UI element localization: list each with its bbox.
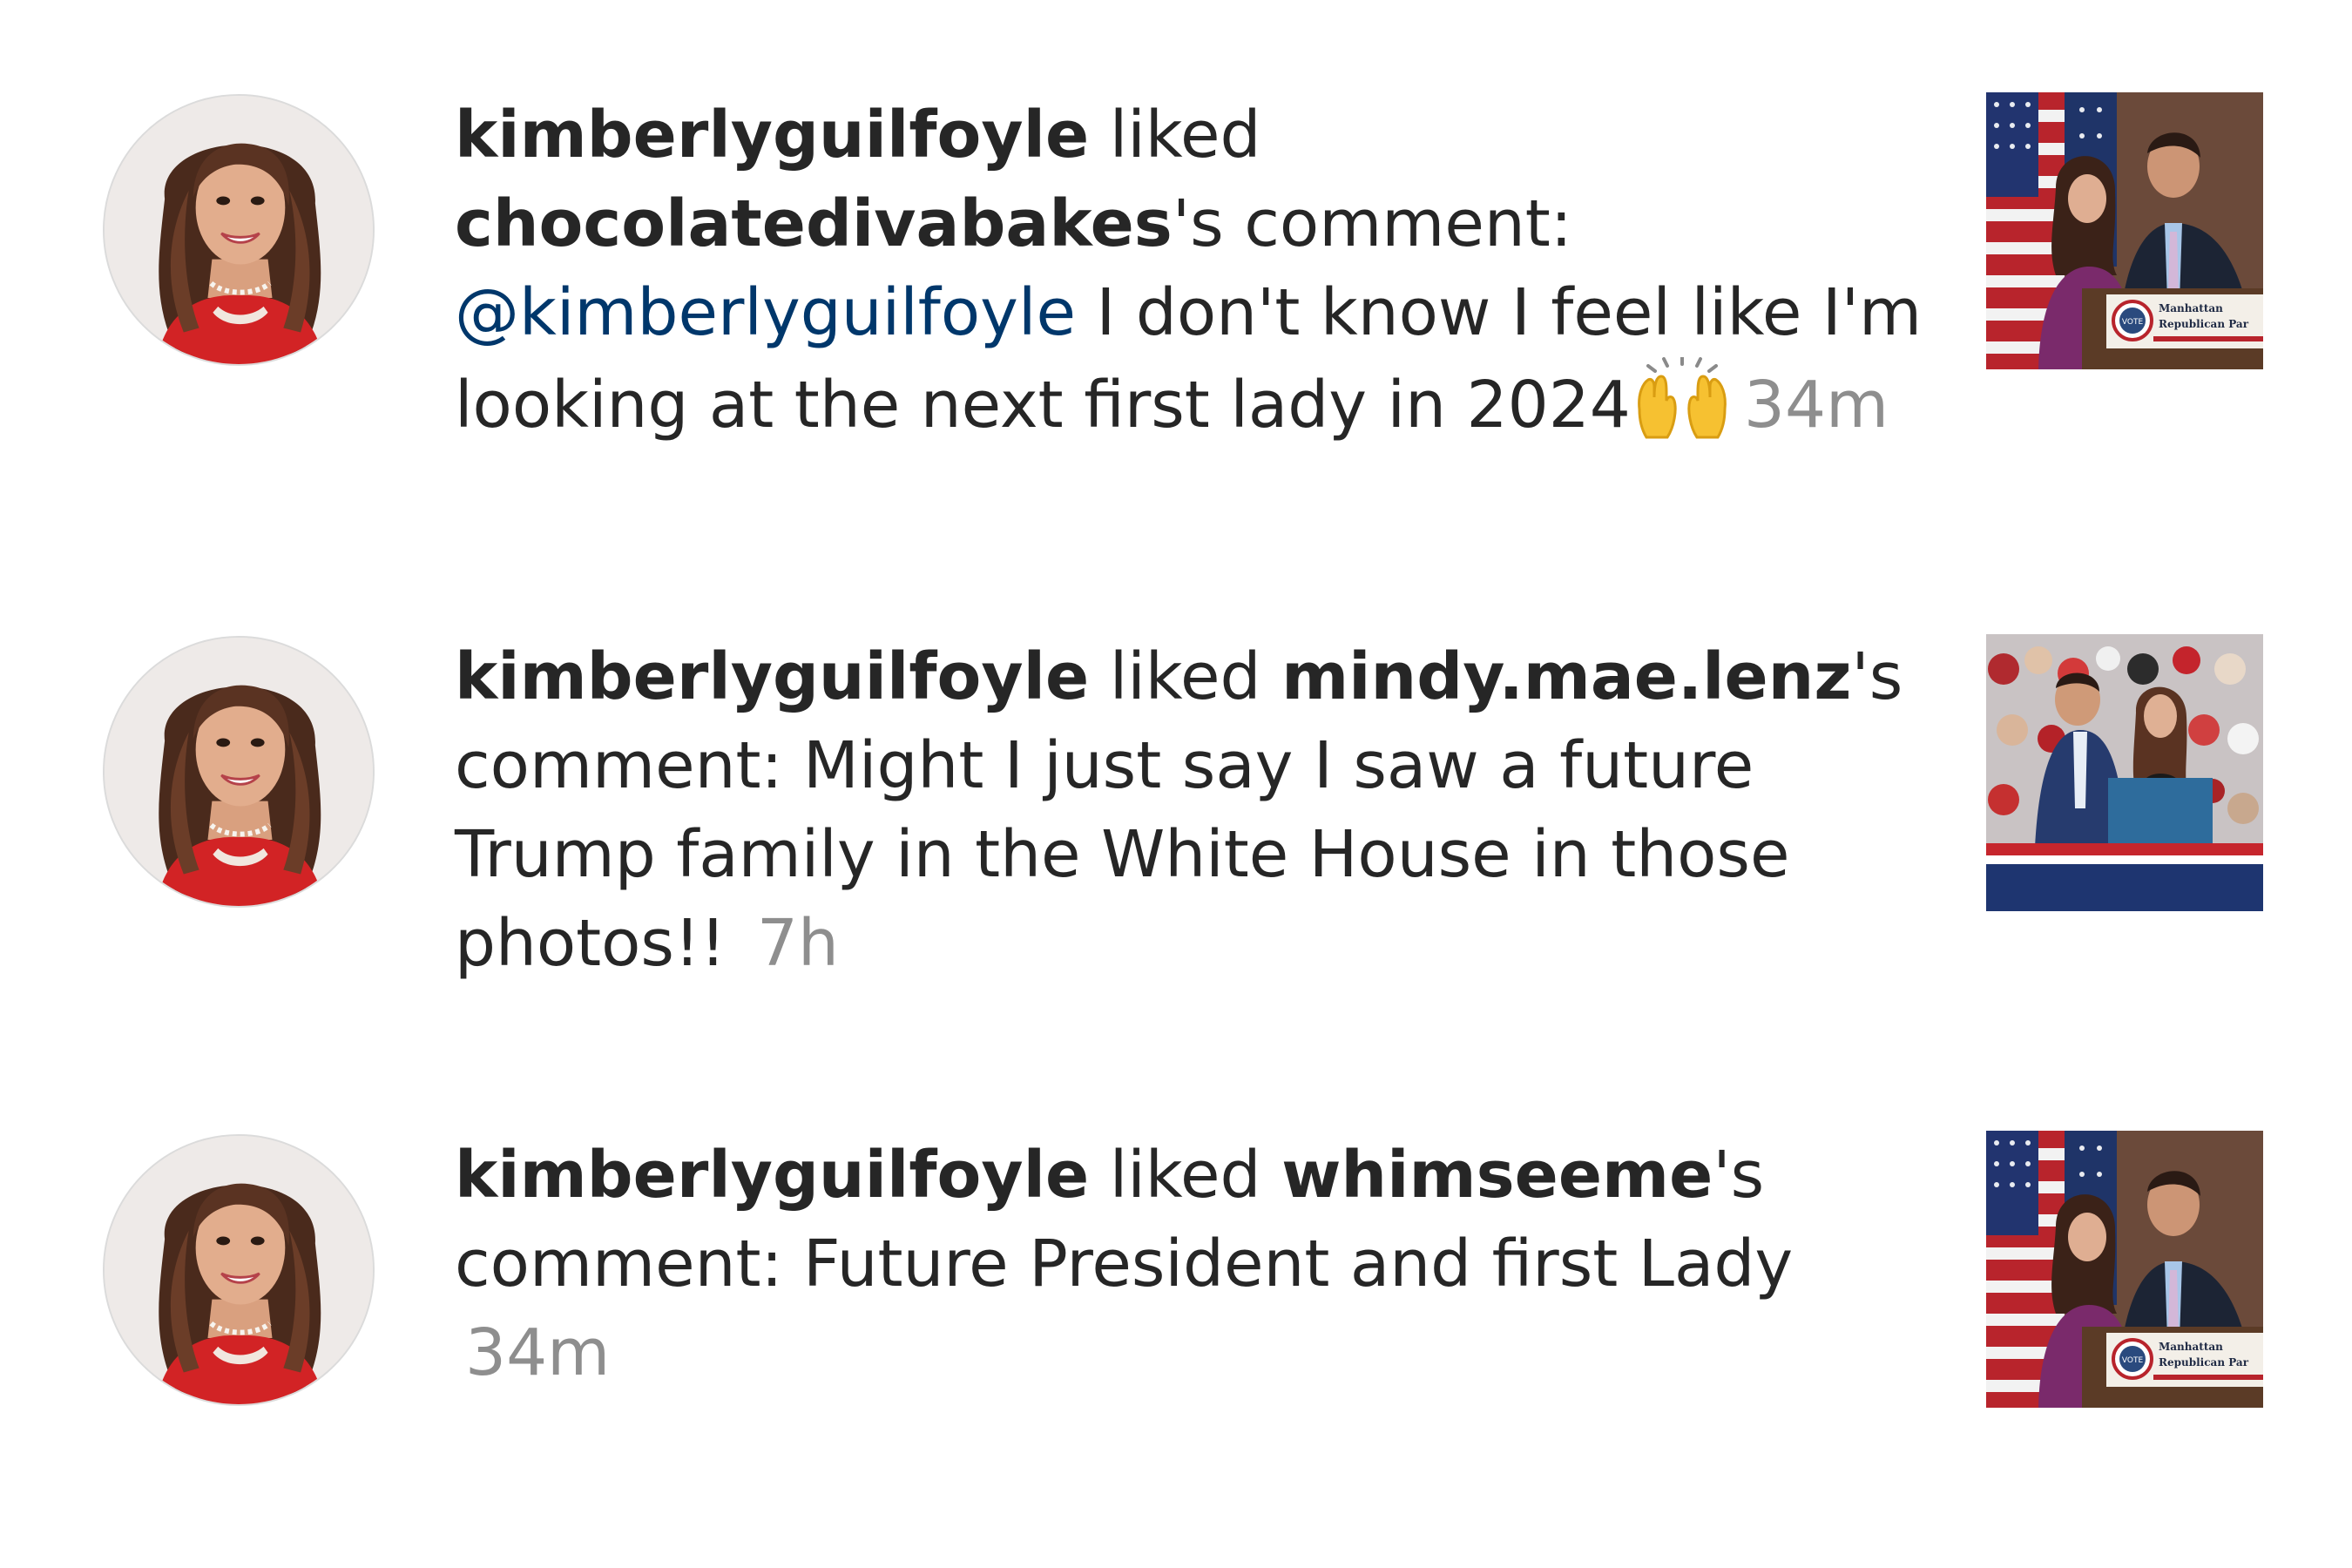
timestamp: 7h xyxy=(756,906,839,981)
avatar-image xyxy=(105,96,373,364)
raising-hands-icon xyxy=(1631,357,1734,441)
action-verb: liked xyxy=(1109,639,1261,714)
timestamp: 34m xyxy=(1743,368,1889,443)
avatar-image xyxy=(105,638,373,906)
comment-text: Future President and first Lady xyxy=(803,1227,1794,1301)
actor-username[interactable]: kimberlyguilfoyle xyxy=(455,639,1089,714)
target-username[interactable]: chocolatedivabakes xyxy=(455,186,1173,261)
podium-badge: VOTE xyxy=(2122,1356,2144,1365)
avatar[interactable] xyxy=(103,94,375,366)
thumbnail-image: Manhattan Republican Par VOTE xyxy=(1986,92,2263,369)
comment-suffix: 's comment: xyxy=(1172,186,1572,261)
post-thumbnail[interactable]: Manhattan Republican Par VOTE xyxy=(1986,92,2263,369)
podium-sign-line1: Manhattan xyxy=(2159,302,2223,314)
podium-sign-line1: Manhattan xyxy=(2159,1341,2223,1353)
notification-text: kimberlyguilfoyle liked whimseeme's comm… xyxy=(455,1131,1936,1397)
action-verb: liked xyxy=(1109,1138,1261,1213)
notification-text: kimberlyguilfoyle liked chocolatedivabak… xyxy=(455,91,1936,449)
thumbnail-image: Manhattan Republican Par VOTE xyxy=(1986,1131,2263,1408)
avatar[interactable] xyxy=(103,1134,375,1406)
podium-sign-line2: Republican Par xyxy=(2159,1356,2249,1369)
avatar[interactable] xyxy=(103,636,375,908)
timestamp: 34m xyxy=(465,1315,611,1390)
actor-username[interactable]: kimberlyguilfoyle xyxy=(455,1138,1089,1213)
thumbnail-image xyxy=(1986,634,2263,911)
post-thumbnail[interactable] xyxy=(1986,634,2263,911)
mention-link[interactable]: @kimberlyguilfoyle xyxy=(455,275,1076,350)
post-thumbnail[interactable]: Manhattan Republican Par VOTE xyxy=(1986,1131,2263,1408)
target-username[interactable]: mindy.mae.lenz xyxy=(1281,639,1851,714)
podium-badge: VOTE xyxy=(2122,318,2144,327)
notification-text: kimberlyguilfoyle liked mindy.mae.lenz's… xyxy=(455,632,1936,988)
target-username[interactable]: whimseeme xyxy=(1281,1138,1713,1213)
avatar-image xyxy=(105,1136,373,1404)
actor-username[interactable]: kimberlyguilfoyle xyxy=(455,98,1089,172)
action-verb: liked xyxy=(1109,98,1261,172)
podium-sign-line2: Republican Par xyxy=(2159,318,2249,330)
